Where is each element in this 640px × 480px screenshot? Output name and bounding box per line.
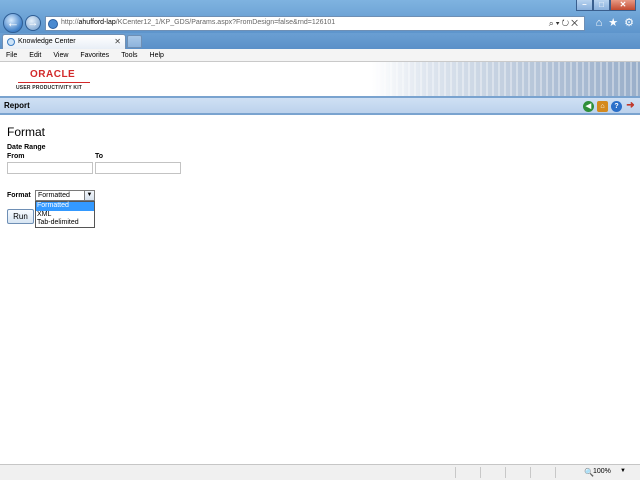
window-controls: – □ ✕ [576, 0, 636, 11]
to-date-input[interactable] [95, 162, 181, 174]
chevron-down-icon[interactable]: ▼ [84, 191, 94, 200]
status-bar: 🔍 100% ▼ [0, 464, 640, 480]
address-path: /KCenter12_1/KP_GDS/Params.aspx?FromDesi… [115, 19, 336, 26]
back-icon[interactable]: ◀ [583, 101, 594, 112]
gear-icon[interactable]: ⚙ [624, 17, 634, 29]
back-arrow-icon: ← [6, 15, 20, 30]
tab-row: Knowledge Center ✕ [0, 33, 640, 49]
date-range-label: Date Range [7, 144, 46, 151]
run-button[interactable]: Run [7, 209, 34, 224]
to-label: To [95, 153, 104, 160]
from-date-input[interactable] [7, 162, 93, 174]
home-icon[interactable]: ⌂ [596, 17, 603, 29]
logo-product: USER PRODUCTIVITY KIT [16, 85, 83, 91]
zoom-dropdown-icon[interactable]: ▼ [620, 468, 626, 474]
browser-toolbar-icons: ⌂ ★ ⚙ [596, 17, 634, 29]
tab-favicon-icon [7, 38, 15, 46]
logo-brand: ORACLE [30, 69, 76, 80]
page-icon [48, 19, 58, 29]
browser-chrome: ← → http://ahufford-lap/KCenter12_1/KP_G… [0, 0, 640, 33]
new-tab-button[interactable] [127, 35, 142, 48]
from-label: From [7, 153, 25, 160]
menu-tools[interactable]: Tools [115, 49, 143, 61]
tab-close-icon[interactable]: ✕ [114, 37, 121, 46]
favorites-star-icon[interactable]: ★ [608, 17, 618, 29]
status-divider [555, 467, 556, 478]
address-host: ahufford-lap [78, 19, 116, 26]
maximize-button[interactable]: □ [593, 0, 610, 11]
menu-favorites[interactable]: Favorites [74, 49, 115, 61]
logo-divider [18, 82, 90, 83]
report-toolbar: ◀ ⌂ ? ➜ [583, 101, 636, 112]
tab-label: Knowledge Center [18, 38, 76, 45]
format-option-tab-delimited[interactable]: Tab-delimited [36, 219, 94, 228]
address-tools: ⌕▾↻✕ [549, 18, 580, 29]
zoom-level[interactable]: 100% [593, 468, 611, 475]
address-prefix: http:// [61, 19, 79, 26]
refresh-icon[interactable]: ↻ [562, 18, 572, 28]
help-icon[interactable]: ? [611, 101, 622, 112]
page-header: ORACLE USER PRODUCTIVITY KIT [0, 62, 640, 96]
format-select-value: Formatted [38, 192, 70, 199]
exit-icon[interactable]: ➜ [625, 101, 636, 112]
menu-bar: File Edit View Favorites Tools Help [0, 49, 640, 62]
back-button[interactable]: ← [3, 13, 23, 33]
address-url[interactable]: http://ahufford-lap/KCenter12_1/KP_GDS/P… [61, 19, 335, 26]
format-select[interactable]: Formatted ▼ [35, 190, 95, 201]
oracle-upk-logo: ORACLE USER PRODUCTIVITY KIT [16, 67, 96, 93]
home-icon[interactable]: ⌂ [597, 101, 608, 112]
report-title: Report [4, 101, 30, 110]
minimize-button[interactable]: – [576, 0, 593, 11]
tab-knowledge-center[interactable]: Knowledge Center ✕ [2, 34, 126, 49]
menu-file[interactable]: File [0, 49, 23, 61]
close-window-button[interactable]: ✕ [610, 0, 636, 11]
status-divider [455, 467, 456, 478]
status-divider [530, 467, 531, 478]
forward-arrow-icon: → [27, 17, 39, 29]
menu-help[interactable]: Help [144, 49, 170, 61]
page-title: Format [7, 125, 46, 139]
format-option-xml[interactable]: XML [36, 211, 94, 220]
menu-view[interactable]: View [47, 49, 74, 61]
format-option-formatted[interactable]: Formatted [36, 202, 94, 211]
report-bar: Report ◀ ⌂ ? ➜ [0, 96, 640, 115]
format-dropdown-list: Formatted XML Tab-delimited [35, 201, 95, 228]
stop-icon[interactable]: ✕ [571, 18, 580, 28]
menu-edit[interactable]: Edit [23, 49, 47, 61]
forward-button[interactable]: → [25, 15, 41, 31]
search-icon[interactable]: ⌕ [549, 18, 556, 28]
status-dividers [455, 467, 556, 478]
status-divider [505, 467, 506, 478]
status-divider [480, 467, 481, 478]
format-label: Format [7, 192, 31, 199]
header-decoration [372, 62, 640, 96]
address-bar[interactable]: http://ahufford-lap/KCenter12_1/KP_GDS/P… [45, 16, 585, 31]
